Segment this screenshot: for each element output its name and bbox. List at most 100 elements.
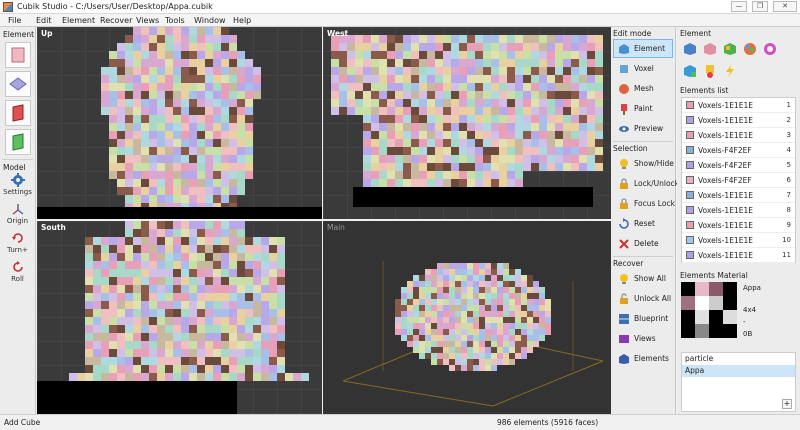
reset-button[interactable]: Reset: [613, 214, 673, 233]
voxel: [403, 99, 411, 107]
element-index: 11: [782, 251, 791, 259]
origin-button[interactable]: Origin: [1, 202, 35, 230]
voxel: [101, 277, 109, 285]
element-tool-flash-button[interactable]: [721, 63, 738, 80]
voxel: [475, 91, 483, 99]
voxel: [205, 51, 213, 59]
voxel: [173, 333, 181, 341]
list-item[interactable]: Voxels-1E1E1E 8: [682, 203, 795, 218]
mesh-mode-icon: [618, 83, 630, 95]
list-item[interactable]: Voxels-1E1E1E 11: [682, 248, 795, 263]
element-tool-color-button[interactable]: [761, 40, 778, 57]
add-particle-button[interactable]: +: [782, 399, 792, 409]
blueprint-button[interactable]: Blueprint: [613, 309, 673, 328]
delete-button[interactable]: Delete: [613, 234, 673, 253]
voxel: [539, 107, 547, 115]
viewport-west[interactable]: West: [323, 27, 611, 219]
list-item[interactable]: Voxels-1E1E1E 10: [682, 233, 795, 248]
voxel: [205, 83, 213, 91]
close-button[interactable]: ✕: [773, 1, 797, 12]
turn-button[interactable]: Turn+: [1, 231, 35, 259]
minimize-button[interactable]: —: [731, 1, 747, 12]
menu-views[interactable]: Views: [136, 16, 159, 25]
element-name: Voxels-1E1E1E: [698, 190, 753, 200]
list-item[interactable]: Voxels-1E1E1E 7: [682, 188, 795, 203]
mode-element-button[interactable]: Element: [613, 39, 673, 58]
mode-preview-button[interactable]: Preview: [613, 119, 673, 138]
voxel: [425, 329, 431, 335]
voxel: [133, 301, 141, 309]
voxel: [467, 75, 475, 83]
mode-voxel-button[interactable]: Voxel: [613, 59, 673, 78]
element-tool-palette-button[interactable]: [741, 40, 758, 57]
list-item[interactable]: Voxels-F4F2EF 6: [682, 173, 795, 188]
element-tool-pink-button[interactable]: [701, 40, 718, 57]
element-tool-green-button[interactable]: [681, 63, 698, 80]
lock-unlock-button[interactable]: Lock/Unlock: [613, 174, 679, 193]
viewport-main[interactable]: Main: [323, 221, 611, 414]
list-item[interactable]: Voxels-F4F2EF 4: [682, 143, 795, 158]
voxel: [587, 115, 595, 123]
voxel: [181, 43, 189, 51]
views-button[interactable]: Views: [613, 329, 673, 348]
mode-paint-button[interactable]: Paint: [613, 99, 673, 118]
voxel: [451, 91, 459, 99]
menu-help[interactable]: Help: [233, 16, 251, 25]
add-green-block-button[interactable]: [4, 129, 31, 155]
voxel: [173, 139, 181, 147]
voxel: [475, 43, 483, 51]
voxel: [443, 147, 451, 155]
list-item[interactable]: Voxels-1E1E1E 9: [682, 218, 795, 233]
roll-button[interactable]: Roll: [1, 260, 35, 288]
element-name: Voxels-1E1E1E: [698, 115, 753, 125]
element-tool-blue-button[interactable]: [681, 40, 698, 57]
menu-recover[interactable]: Recover: [100, 16, 132, 25]
settings-button[interactable]: Settings: [1, 173, 35, 201]
mode-mesh-button[interactable]: Mesh: [613, 79, 673, 98]
voxel: [181, 139, 189, 147]
show-all-button[interactable]: Show All: [613, 269, 673, 288]
voxel: [459, 163, 467, 171]
voxel: [419, 171, 427, 179]
voxel: [109, 357, 117, 365]
voxel: [435, 179, 443, 187]
menu-window[interactable]: Window: [194, 16, 226, 25]
viewport-south[interactable]: South: [37, 221, 322, 414]
voxel: [401, 311, 407, 317]
voxel: [497, 299, 503, 305]
voxel: [407, 317, 413, 323]
voxel: [205, 277, 213, 285]
voxel: [229, 221, 237, 229]
add-red-block-button[interactable]: [4, 100, 31, 126]
maximize-button[interactable]: ❐: [752, 1, 768, 12]
list-item[interactable]: Voxels-1E1E1E 1: [682, 98, 795, 113]
particle-item[interactable]: Appa: [682, 365, 795, 377]
voxel: [157, 365, 165, 373]
voxel: [485, 335, 491, 341]
menu-edit[interactable]: Edit: [36, 16, 52, 25]
menu-element[interactable]: Element: [62, 16, 95, 25]
show-hide-button[interactable]: Show/Hide: [613, 154, 674, 173]
elements-button[interactable]: Elements: [613, 349, 673, 368]
pink-cube-icon: [703, 42, 716, 55]
menu-tools[interactable]: Tools: [165, 16, 185, 25]
voxel: [117, 269, 125, 277]
element-tool-remove-button[interactable]: [701, 63, 718, 80]
list-item[interactable]: Voxels-1E1E1E 3: [682, 128, 795, 143]
voxel: [157, 179, 165, 187]
menu-file[interactable]: File: [8, 16, 21, 25]
unlock-all-button[interactable]: Unlock All: [613, 289, 673, 308]
list-item[interactable]: Voxels-1E1E1E 2: [682, 113, 795, 128]
focus-lock-button[interactable]: Focus Lock: [613, 194, 675, 213]
voxel: [419, 281, 425, 287]
add-cube-button[interactable]: [4, 42, 31, 68]
voxel: [403, 139, 411, 147]
voxel: [497, 317, 503, 323]
element-tool-multi-button[interactable]: [721, 40, 738, 57]
viewport-up[interactable]: Up: [37, 27, 322, 219]
voxel: [277, 333, 285, 341]
add-plane-button[interactable]: [4, 71, 31, 97]
viewport-west-label: West: [327, 29, 349, 38]
list-item[interactable]: Voxels-F4F2EF 5: [682, 158, 795, 173]
voxel: [413, 305, 419, 311]
